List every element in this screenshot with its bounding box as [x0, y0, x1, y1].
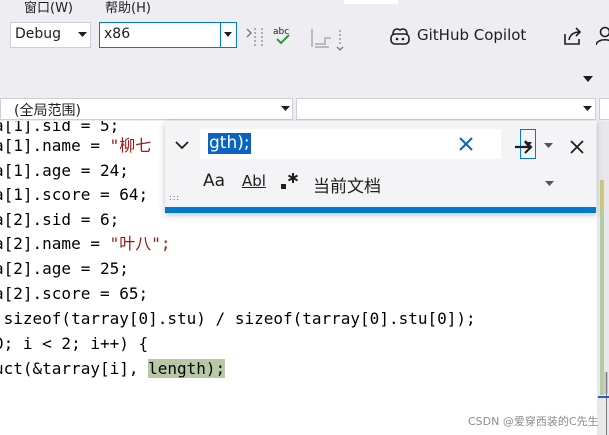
- code-line: a[1].age = 24;: [0, 161, 129, 180]
- share-icon[interactable]: [563, 26, 583, 46]
- standard-toolbar: Debug x86 abc GitHub Copilot: [0, 16, 609, 92]
- member-dropdown[interactable]: [296, 98, 596, 120]
- match-case-toggle[interactable]: Aa: [203, 171, 225, 191]
- configuration-dropdown[interactable]: Debug: [10, 22, 91, 48]
- chevron-down-icon[interactable]: [545, 181, 554, 187]
- menubar-highlight-strip: [344, 0, 398, 4]
- chevron-down-icon[interactable]: [75, 23, 90, 47]
- code-line: a[1].score = 64;: [0, 185, 149, 204]
- search-scope-label[interactable]: 当前文档: [313, 172, 381, 197]
- overflow-chevron-icon[interactable]: [583, 76, 593, 83]
- change-marker: [600, 180, 604, 395]
- match-whole-word-toggle[interactable]: Abl: [242, 172, 266, 190]
- find-widget-accent-bar: [165, 207, 596, 213]
- watermark: CSDN @爱穿西装的C先生: [468, 415, 599, 428]
- expand-replace-chevron-icon[interactable]: [175, 141, 189, 150]
- person-icon[interactable]: [596, 26, 609, 46]
- platform-value: x86: [104, 26, 131, 42]
- chevron-down-icon[interactable]: [220, 23, 236, 47]
- resize-grip[interactable]: :::: [169, 193, 180, 202]
- find-input[interactable]: gth);: [200, 129, 536, 159]
- code-line: a[2].name = "叶八";: [0, 234, 171, 253]
- scroll-track-line: [606, 372, 607, 435]
- breakpoint-dots-icon[interactable]: [245, 26, 267, 50]
- menu-window[interactable]: 窗口(W): [24, 0, 73, 16]
- scope-dropdown[interactable]: (全局范围): [0, 98, 293, 120]
- step-icon[interactable]: [309, 25, 349, 51]
- scope-value: (全局范围): [14, 103, 81, 119]
- code-line: a[2].age = 25;: [0, 259, 129, 278]
- menu-help[interactable]: 帮助(H): [105, 0, 151, 16]
- search-match-highlight: length);: [148, 359, 226, 378]
- code-line: a[1].name = "柳七: [0, 136, 152, 155]
- find-widget: gth); Aa Abl 当前文档 :::: [165, 121, 596, 213]
- copilot-label: GitHub Copilot: [417, 26, 527, 44]
- code-line: a[2].sid = 6;: [0, 210, 120, 229]
- platform-dropdown[interactable]: x86: [99, 22, 237, 48]
- menu-bar: 窗口(W) 帮助(H): [0, 0, 609, 16]
- find-query: gth);: [208, 133, 251, 154]
- code-line: a[2].score = 65;: [0, 284, 149, 303]
- code-line: 0; i < 2; i++) {: [0, 334, 149, 353]
- chevron-down-icon[interactable]: [544, 143, 553, 149]
- split-dropdown[interactable]: [599, 98, 609, 120]
- find-next-arrow-icon[interactable]: [514, 139, 534, 155]
- code-line: uct(&tarray[i], length);: [0, 359, 226, 378]
- svg-text:abc: abc: [273, 27, 289, 37]
- unsaved-change-marker: [601, 180, 604, 210]
- caret-position-marker: [598, 396, 609, 398]
- configuration-value: Debug: [15, 26, 62, 42]
- spell-check-icon[interactable]: abc: [272, 25, 294, 49]
- clear-icon[interactable]: [458, 136, 474, 152]
- close-icon[interactable]: [569, 139, 585, 155]
- copilot-icon: [390, 28, 410, 45]
- regex-icon[interactable]: [279, 171, 299, 191]
- navigation-bar: (全局范围): [0, 92, 609, 121]
- code-line: sizeof(tarray[0].stu) / sizeof(tarray[0]…: [0, 309, 476, 328]
